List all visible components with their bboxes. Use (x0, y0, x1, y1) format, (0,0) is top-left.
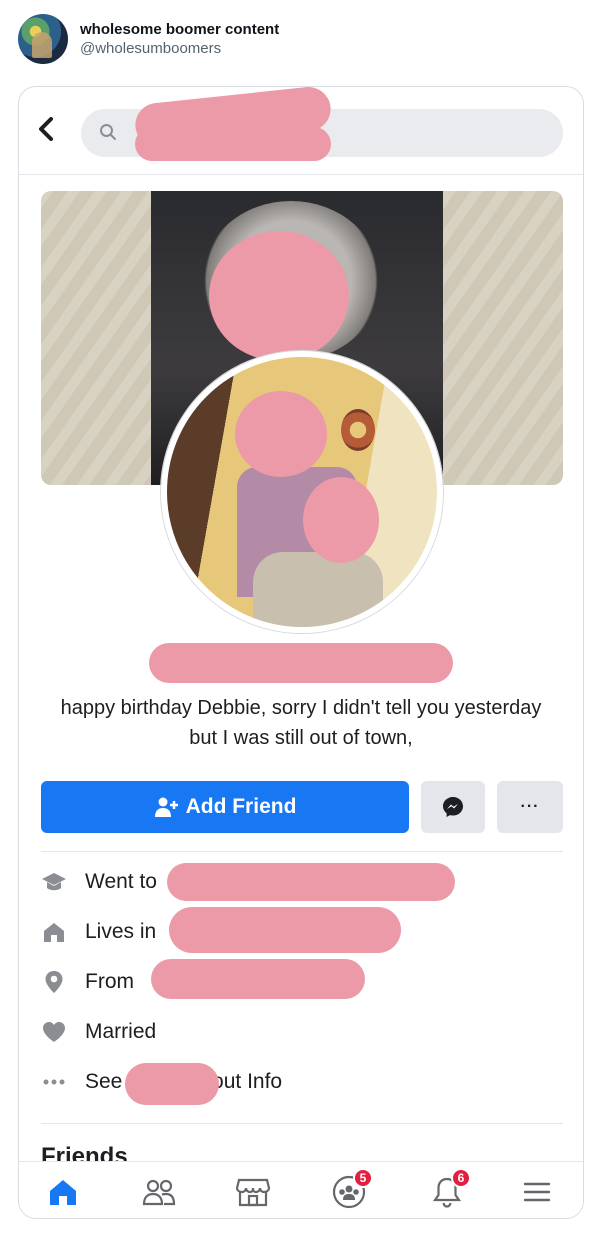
more-icon: ··· (520, 798, 540, 815)
top-bar (19, 87, 583, 175)
friends-icon (142, 1179, 176, 1206)
redaction-mark (149, 643, 453, 683)
home-icon (50, 1180, 76, 1205)
about-hometown[interactable]: From (41, 969, 134, 995)
redaction-mark (209, 231, 349, 361)
more-options-button[interactable]: ··· (497, 781, 563, 833)
tab-marketplace[interactable] (233, 1172, 273, 1212)
graduation-cap-icon (41, 869, 67, 895)
redaction-mark (125, 1063, 219, 1105)
about-residence-label: Lives in (85, 920, 157, 943)
divider (41, 1123, 563, 1124)
tab-menu[interactable] (517, 1172, 557, 1212)
user-handle[interactable]: @wholesumboomers (80, 40, 279, 57)
about-education[interactable]: Went to (41, 869, 157, 895)
add-friend-label: Add Friend (185, 795, 297, 818)
bottom-tab-bar: 5 6 (19, 1161, 583, 1218)
messenger-icon (443, 797, 463, 817)
tweet-author: wholesome boomer content @wholesumboomer… (80, 21, 279, 57)
about-relationship-label: Married (85, 1020, 157, 1043)
add-person-icon (154, 797, 178, 817)
tab-home[interactable] (43, 1172, 83, 1212)
redaction-mark (135, 127, 331, 161)
heart-icon (41, 1019, 67, 1045)
chevron-left-icon (39, 117, 53, 141)
about-residence[interactable]: Lives in (41, 919, 156, 945)
more-dots-icon (41, 1069, 67, 1095)
add-friend-button[interactable]: Add Friend (41, 781, 409, 833)
profile-bio: happy birthday Debbie, sorry I didn't te… (60, 697, 542, 749)
redaction-mark (235, 391, 327, 477)
display-name[interactable]: wholesome boomer content (80, 21, 279, 38)
redaction-mark (169, 907, 401, 953)
house-icon (41, 919, 67, 945)
see-about-prefix: See (85, 1070, 123, 1093)
tab-groups[interactable]: 5 (329, 1168, 373, 1212)
groups-badge: 5 (353, 1168, 373, 1188)
profile-picture[interactable] (161, 351, 443, 633)
message-button[interactable] (421, 781, 485, 833)
back-button[interactable] (37, 117, 55, 147)
search-icon (100, 124, 116, 140)
tweet-header: wholesome boomer content @wholesumboomer… (18, 14, 279, 64)
location-pin-icon (41, 969, 67, 995)
redaction-mark (303, 477, 379, 563)
about-relationship[interactable]: Married (41, 1019, 156, 1045)
hamburger-menu-icon (523, 1182, 551, 1202)
embedded-screenshot[interactable]: happy birthday Debbie, sorry I didn't te… (18, 86, 584, 1219)
redaction-mark (167, 863, 455, 901)
friends-section-title[interactable]: Friends (41, 1143, 128, 1163)
tab-notifications[interactable]: 6 (427, 1168, 471, 1212)
tab-friends[interactable] (139, 1172, 179, 1212)
about-education-label: Went to (85, 870, 157, 893)
about-hometown-label: From (85, 970, 134, 993)
notifications-badge: 6 (451, 1168, 471, 1188)
divider (41, 851, 563, 852)
marketplace-icon (236, 1178, 270, 1207)
redaction-mark (151, 959, 365, 999)
avatar[interactable] (18, 14, 68, 64)
